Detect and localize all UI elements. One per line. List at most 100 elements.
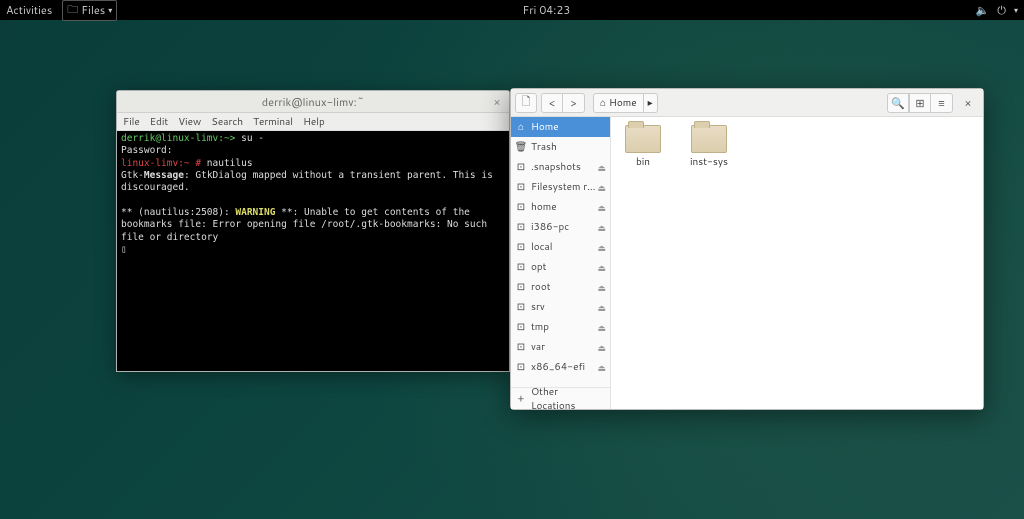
app-menu-label: Files: [81, 2, 105, 18]
sidebar-item-label: x86_64-efi: [531, 360, 585, 374]
new-tab-button[interactable]: 🗋: [515, 93, 537, 113]
menu-view[interactable]: View: [178, 115, 201, 129]
folder-icon: [691, 125, 727, 153]
folder-label: inst-sys: [690, 155, 728, 169]
sidebar-item-label: home: [531, 200, 557, 214]
term-text: Password:: [121, 145, 172, 156]
eject-icon[interactable]: ⏏: [597, 241, 606, 254]
sidebar-item-label: .snapshots: [531, 160, 581, 174]
eject-icon[interactable]: ⏏: [597, 201, 606, 214]
menu-edit[interactable]: Edit: [150, 115, 168, 129]
home-icon: ⌂: [600, 96, 606, 110]
eject-icon[interactable]: ⏏: [597, 261, 606, 274]
term-text: Gtk-: [121, 170, 144, 181]
folder-inst-sys[interactable]: inst-sys: [685, 125, 733, 169]
folder-bin[interactable]: bin: [619, 125, 667, 169]
terminal-window: derrik@linux-limv:~ × File Edit View Sea…: [116, 90, 510, 372]
terminal-output[interactable]: derrik@linux-limv:~> su - Password: linu…: [117, 131, 509, 371]
term-text: nautilus: [201, 158, 252, 169]
other-locations-label: Other Locations: [531, 385, 605, 410]
gnome-topbar: Activities 🗀 Files ▾ Fri 04:23 🔈 ⏻ ▾: [0, 0, 1024, 20]
sidebar-item-label: opt: [531, 260, 546, 274]
path-expand[interactable]: ▸: [644, 93, 658, 113]
close-icon[interactable]: ×: [489, 94, 505, 110]
drive-icon: ⌂: [516, 120, 526, 134]
drive-icon: ⊡: [516, 200, 526, 214]
drive-icon: ⊡: [516, 280, 526, 294]
activities-button[interactable]: Activities: [6, 2, 52, 18]
terminal-menubar: File Edit View Search Terminal Help: [117, 113, 509, 131]
sidebar-item-label: Filesystem r…: [531, 180, 596, 194]
term-text: ** (nautilus:2508):: [121, 207, 235, 218]
sidebar-item-root[interactable]: ⊡ root ⏏: [511, 277, 610, 297]
sidebar-item-srv[interactable]: ⊡ srv ⏏: [511, 297, 610, 317]
sidebar-item-label: i386-pc: [531, 220, 569, 234]
sidebar-item-label: srv: [531, 300, 545, 314]
search-button[interactable]: 🔍: [887, 93, 909, 113]
eject-icon[interactable]: ⏏: [597, 221, 606, 234]
files-icon: 🗀: [67, 1, 78, 20]
back-button[interactable]: <: [541, 93, 563, 113]
folder-icon: [625, 125, 661, 153]
folder-label: bin: [636, 155, 650, 169]
forward-button[interactable]: >: [563, 93, 585, 113]
eject-icon[interactable]: ⏏: [597, 361, 606, 374]
sidebar-item-label: Home: [531, 120, 559, 134]
path-label: Home: [609, 96, 637, 110]
sidebar-item-local[interactable]: ⊡local⏏: [511, 237, 610, 257]
drive-icon: ⊡: [516, 240, 526, 254]
term-prompt: derrik@linux-limv:~>: [121, 133, 235, 144]
eject-icon[interactable]: ⏏: [597, 301, 606, 314]
sidebar-item-home[interactable]: ⌂ Home: [511, 117, 610, 137]
sidebar-item-trash[interactable]: 🗑 Trash: [511, 137, 610, 157]
hamburger-button[interactable]: ≡: [931, 93, 953, 113]
drive-icon: ⊡: [516, 260, 526, 274]
terminal-title: derrik@linux-limv:~: [262, 94, 364, 110]
menu-file[interactable]: File: [123, 115, 140, 129]
chevron-down-icon[interactable]: ▾: [1014, 4, 1018, 16]
term-text: Message: [144, 170, 184, 181]
eject-icon[interactable]: ⏏: [597, 321, 606, 334]
other-locations[interactable]: + Other Locations: [511, 387, 610, 409]
drive-icon: ⊡: [516, 340, 526, 354]
volume-icon[interactable]: 🔈: [976, 2, 990, 18]
sidebar-item-snapshots[interactable]: ⊡.snapshots⏏: [511, 157, 610, 177]
path-home[interactable]: ⌂ Home: [593, 93, 644, 113]
sidebar-item-label: root: [531, 280, 551, 294]
path-bar: ⌂ Home ▸: [593, 93, 658, 113]
drive-icon: ⊡: [516, 180, 526, 194]
term-text: su -: [235, 133, 264, 144]
term-warning: WARNING: [235, 207, 275, 218]
drive-icon: ⊡: [516, 320, 526, 334]
view-grid-button[interactable]: ⊞: [909, 93, 931, 113]
menu-terminal[interactable]: Terminal: [253, 115, 293, 129]
terminal-titlebar[interactable]: derrik@linux-limv:~ ×: [117, 91, 509, 113]
clock[interactable]: Fri 04:23: [117, 2, 975, 18]
sidebar-item-filesystemr[interactable]: ⊡ Filesystem r…⏏: [511, 177, 610, 197]
sidebar-item-label: tmp: [531, 320, 549, 334]
sidebar-item-tmp[interactable]: ⊡ tmp ⏏: [511, 317, 610, 337]
sidebar-item-opt[interactable]: ⊡ opt ⏏: [511, 257, 610, 277]
sidebar-item-home[interactable]: ⊡ home ⏏: [511, 197, 610, 217]
app-menu[interactable]: 🗀 Files ▾: [62, 0, 117, 21]
sidebar-item-x86_64efi[interactable]: ⊡ x86_64-efi ⏏: [511, 357, 610, 377]
sidebar-item-i386pc[interactable]: ⊡i386-pc⏏: [511, 217, 610, 237]
files-toolbar: 🗋 < > ⌂ Home ▸ 🔍 ⊞ ≡ ×: [511, 89, 983, 117]
menu-help[interactable]: Help: [303, 115, 325, 129]
plus-icon: +: [516, 392, 526, 406]
close-button[interactable]: ×: [957, 93, 979, 113]
drive-icon: 🗑: [516, 140, 526, 154]
drive-icon: ⊡: [516, 360, 526, 374]
nav-group: < >: [541, 93, 585, 113]
files-content[interactable]: bin inst-sys: [611, 117, 983, 409]
sidebar-item-label: Trash: [531, 140, 557, 154]
term-prompt-root: linux-limv:~ #: [121, 158, 201, 169]
eject-icon[interactable]: ⏏: [597, 281, 606, 294]
eject-icon[interactable]: ⏏: [597, 341, 606, 354]
sidebar-item-var[interactable]: ⊡var⏏: [511, 337, 610, 357]
drive-icon: ⊡: [516, 300, 526, 314]
menu-search[interactable]: Search: [211, 115, 243, 129]
eject-icon[interactable]: ⏏: [597, 161, 606, 174]
power-icon[interactable]: ⏻: [997, 2, 1006, 18]
eject-icon[interactable]: ⏏: [597, 181, 606, 194]
